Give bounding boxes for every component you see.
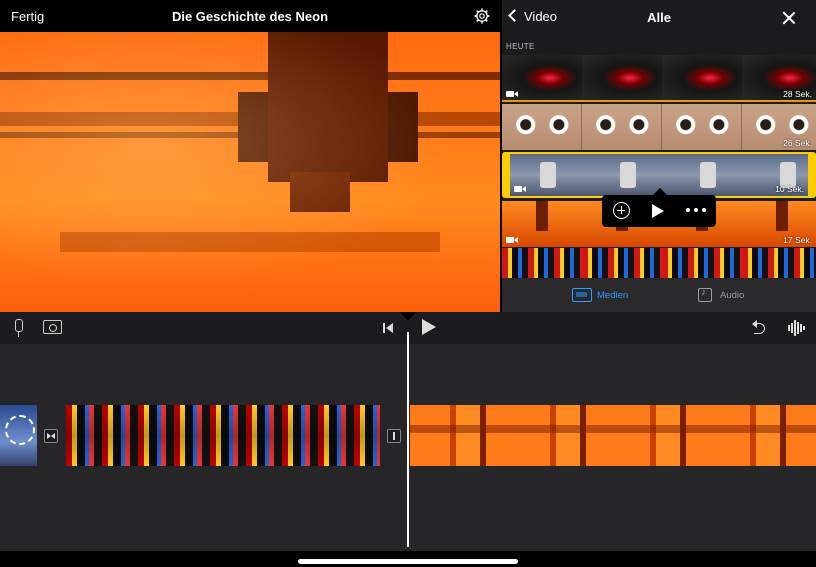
video-camera-icon [506, 91, 514, 97]
clip-frame [662, 248, 742, 278]
viewer-top-bar: Fertig Die Geschichte des Neon [0, 0, 500, 32]
media-clip-neon[interactable] [502, 248, 816, 278]
tab-audio[interactable]: Audio [698, 287, 744, 303]
home-indicator[interactable] [298, 559, 518, 564]
microphone-icon[interactable] [12, 319, 24, 337]
media-filmstrip-icon [572, 288, 592, 302]
transition-none-icon[interactable] [387, 429, 401, 443]
project-title: Die Geschichte des Neon [171, 9, 329, 24]
clip-action-popover [602, 188, 716, 227]
tab-audio-label: Audio [720, 289, 745, 301]
more-icon[interactable] [686, 208, 706, 214]
video-camera-icon [514, 186, 522, 192]
playhead[interactable] [407, 332, 409, 547]
undo-icon[interactable] [752, 320, 767, 335]
clip-frame [502, 248, 582, 278]
used-clip-indicator [502, 100, 816, 102]
tab-media-label: Medien [597, 289, 629, 301]
close-icon[interactable] [782, 11, 796, 25]
clip-frame [742, 248, 816, 278]
browser-tab-bar: Medien Audio [502, 278, 816, 312]
timeline-clip-neon[interactable] [66, 405, 380, 466]
video-camera-icon [506, 237, 514, 243]
clip-frame [662, 104, 742, 150]
clip-duration: 28 Sek. [783, 89, 812, 99]
skip-to-start-icon[interactable] [383, 322, 395, 334]
playhead-notch [400, 312, 416, 321]
camera-icon[interactable] [43, 320, 62, 334]
gear-icon[interactable] [474, 8, 490, 24]
media-browser: Video Alle HEUTE 28 Sek. 26 Sek. 10 Sek.… [502, 0, 816, 312]
timeline-clip-ferris-wheel[interactable] [0, 405, 37, 466]
clip-frame [582, 104, 662, 150]
play-icon[interactable] [652, 204, 664, 218]
add-icon[interactable] [613, 202, 630, 219]
clip-duration: 17 Sek. [783, 235, 812, 245]
music-note-icon [698, 287, 712, 302]
play-icon[interactable] [422, 319, 436, 335]
audio-waveform-icon[interactable] [788, 320, 806, 336]
tab-media[interactable]: Medien [572, 287, 628, 303]
clip-frame [670, 154, 750, 196]
clip-frame [502, 104, 582, 150]
clip-duration: 10 Sek. [775, 184, 804, 194]
clip-frame [662, 55, 742, 101]
media-clip-eyes[interactable]: 26 Sek. [502, 104, 816, 150]
media-clip-laser[interactable]: 28 Sek. [502, 55, 816, 101]
clip-duration: 26 Sek. [783, 138, 812, 148]
preview-glow [0, 32, 500, 312]
transition-icon[interactable] [44, 429, 58, 443]
clip-frame [582, 248, 662, 278]
video-preview[interactable] [0, 32, 500, 312]
section-label: HEUTE [506, 42, 535, 51]
browser-title: Alle [647, 10, 671, 25]
clip-frame [582, 55, 662, 101]
timeline-clip-orange[interactable] [410, 405, 816, 466]
browser-header: Video Alle [502, 0, 816, 36]
